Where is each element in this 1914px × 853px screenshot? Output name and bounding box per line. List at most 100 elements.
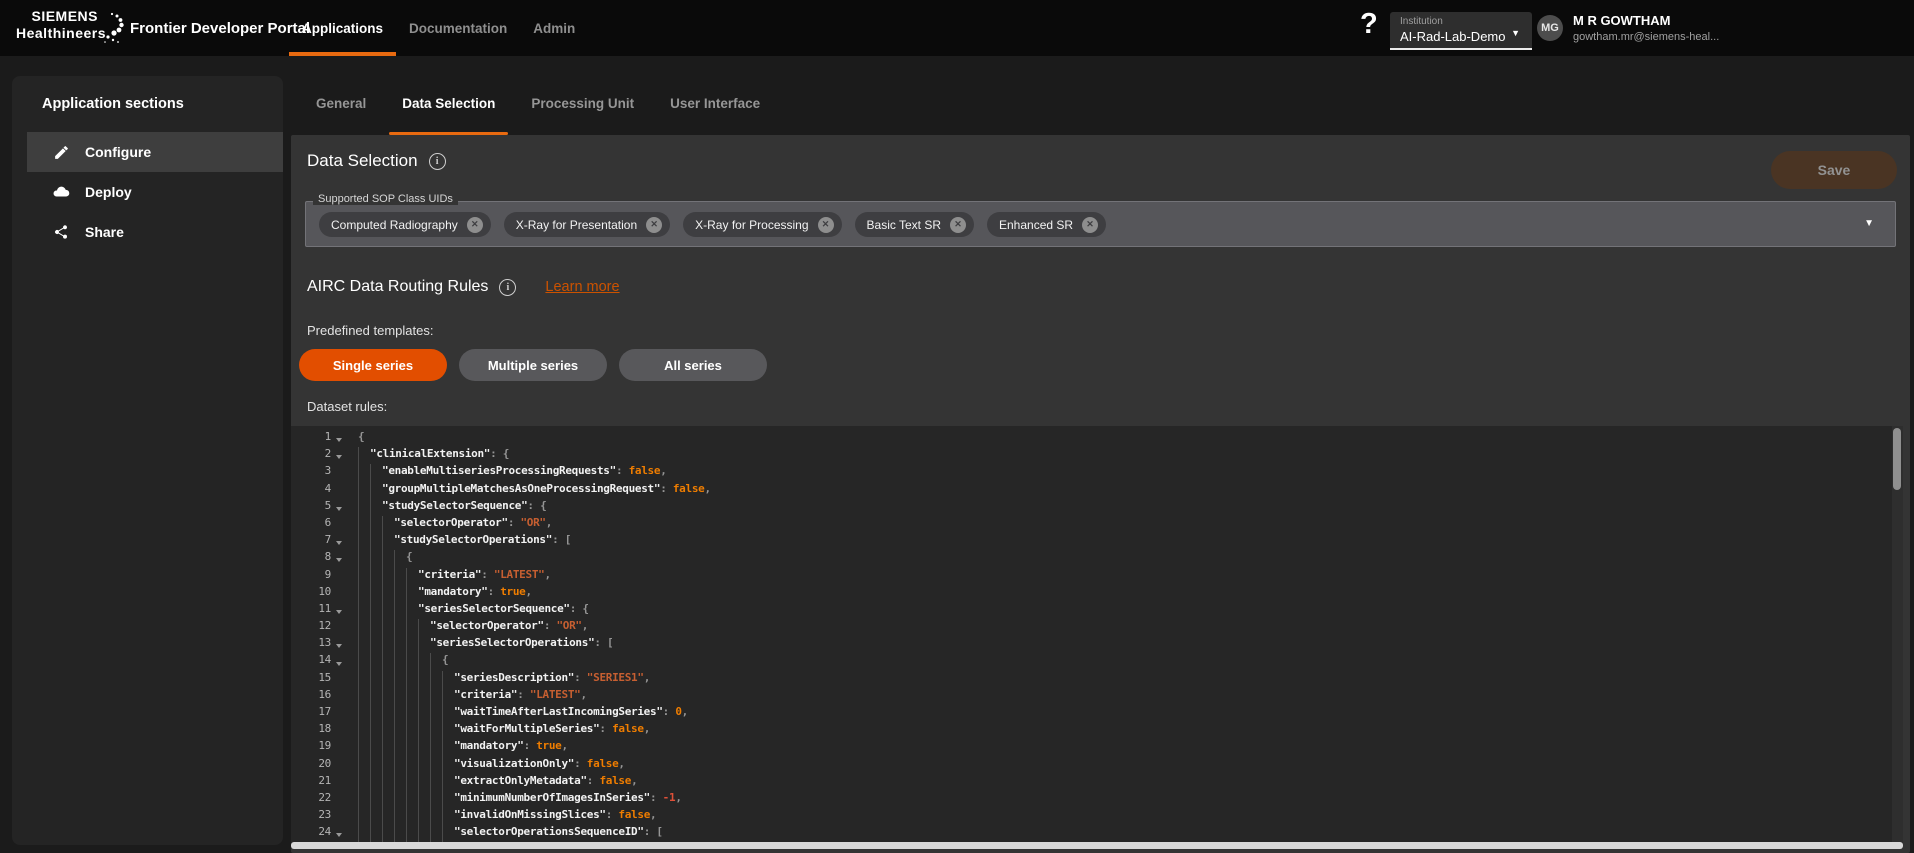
token-p: : (616, 464, 629, 481)
code-line: 8{ (291, 550, 1903, 567)
vertical-scrollbar[interactable] (1892, 426, 1903, 845)
tab-processing-unit[interactable]: Processing Unit (518, 88, 647, 135)
indent-guide (406, 791, 418, 808)
token-p: { (406, 550, 412, 567)
sop-select[interactable]: Computed Radiography✕ X-Ray for Presentat… (305, 201, 1896, 247)
token-p: : (650, 791, 663, 808)
info-icon[interactable]: i (499, 279, 516, 296)
token-m: -1 (663, 791, 676, 808)
fold-toggle-icon[interactable] (331, 653, 346, 670)
share-icon (52, 224, 70, 240)
token-b: false (587, 757, 619, 774)
token-p: : (660, 482, 673, 499)
fold-toggle-icon[interactable] (331, 602, 346, 619)
chevron-down-icon (336, 558, 342, 562)
nav-item-documentation[interactable]: Documentation (396, 0, 520, 56)
horizontal-scrollbar[interactable] (291, 842, 1903, 849)
scrollbar-thumb[interactable] (1893, 428, 1901, 490)
code-editor[interactable]: 1{2"clinicalExtension": {3"enableMultise… (291, 426, 1903, 845)
code-text: "criteria": "LATEST", (358, 688, 587, 705)
institution-select[interactable]: Institution AI-Rad-Lab-Demo ▼ (1390, 12, 1532, 50)
tab-general[interactable]: General (303, 88, 379, 135)
token-b: false (599, 774, 631, 791)
sop-chip[interactable]: Enhanced SR✕ (987, 212, 1106, 237)
nav-item-applications[interactable]: Applications (289, 0, 396, 56)
token-b: false (673, 482, 705, 499)
indent-guide (406, 636, 418, 653)
indent-guide (406, 585, 418, 602)
line-number: 22 (291, 791, 331, 808)
indent-guide (430, 774, 442, 791)
fold-slot (331, 705, 346, 722)
sop-chip[interactable]: Computed Radiography✕ (319, 212, 491, 237)
token-s: "SERIES1" (587, 671, 644, 688)
brand-healthineers: Healthineers (16, 25, 98, 41)
learn-more-link[interactable]: Learn more (545, 279, 619, 295)
code-line: 2"clinicalExtension": { (291, 447, 1903, 464)
brand-logo[interactable]: SIEMENS Healthineers (16, 8, 98, 41)
remove-icon[interactable]: ✕ (646, 217, 662, 233)
nav-item-label: Applications (302, 21, 383, 36)
indent-guide (370, 705, 382, 722)
sidebar-item-share[interactable]: Share (27, 212, 283, 252)
tab-user-interface[interactable]: User Interface (657, 88, 773, 135)
indent-guide (394, 585, 406, 602)
fold-toggle-icon[interactable] (331, 533, 346, 550)
template-button-multiple-series[interactable]: Multiple series (459, 349, 607, 381)
code-text: "seriesSelectorSequence": { (358, 602, 589, 619)
indent-guide (394, 757, 406, 774)
fold-toggle-icon[interactable] (331, 825, 346, 842)
tab-data-selection[interactable]: Data Selection (389, 88, 508, 135)
template-button-single-series[interactable]: Single series (299, 349, 447, 381)
info-icon[interactable]: i (429, 153, 446, 170)
remove-icon[interactable]: ✕ (950, 217, 966, 233)
indent-guide (442, 757, 454, 774)
fold-toggle-icon[interactable] (331, 550, 346, 567)
remove-icon[interactable]: ✕ (818, 217, 834, 233)
indent-guide (430, 653, 442, 670)
save-button[interactable]: Save (1771, 151, 1897, 189)
line-number: 12 (291, 619, 331, 636)
sidebar-item-deploy[interactable]: Deploy (27, 172, 283, 212)
line-number: 14 (291, 653, 331, 670)
token-p: , (526, 585, 532, 602)
fold-toggle-icon[interactable] (331, 430, 346, 447)
code-line: 16 "criteria": "LATEST", (291, 688, 1903, 705)
line-number: 23 (291, 808, 331, 825)
indent-guide (394, 774, 406, 791)
indent-guide (382, 705, 394, 722)
indent-guide (382, 774, 394, 791)
indent-guide (358, 464, 370, 481)
token-k: "studySelectorSequence" (382, 499, 527, 516)
indent-guide (430, 791, 442, 808)
indent-guide (370, 671, 382, 688)
token-p: : { (570, 602, 589, 619)
sidebar-item-configure[interactable]: Configure (27, 132, 283, 172)
token-k: "groupMultipleMatchesAsOneProcessingRequ… (382, 482, 660, 499)
sop-chip[interactable]: X-Ray for Processing ✕ (683, 212, 841, 237)
help-icon[interactable]: ? (1360, 8, 1378, 41)
fold-toggle-icon[interactable] (331, 636, 346, 653)
indent-guide (406, 568, 418, 585)
nav-item-admin[interactable]: Admin (520, 0, 588, 56)
line-number: 16 (291, 688, 331, 705)
indent-guide (370, 774, 382, 791)
sop-chip-label: X-Ray for Processing (695, 218, 808, 232)
chevron-down-icon[interactable]: ▼ (1864, 218, 1874, 229)
template-button-all-series[interactable]: All series (619, 349, 767, 381)
fold-toggle-icon[interactable] (331, 447, 346, 464)
institution-value: AI-Rad-Lab-Demo (1400, 29, 1522, 44)
sop-chip[interactable]: Basic Text SR✕ (855, 212, 974, 237)
avatar[interactable]: MG (1537, 15, 1563, 41)
token-b: false (618, 808, 650, 825)
remove-icon[interactable]: ✕ (1082, 217, 1098, 233)
indent-guide (418, 808, 430, 825)
fold-toggle-icon[interactable] (331, 499, 346, 516)
remove-icon[interactable]: ✕ (467, 217, 483, 233)
indent-guide (406, 619, 418, 636)
sidebar-item-label: Configure (85, 144, 151, 160)
user-menu[interactable]: M R GOWTHAM gowtham.mr@siemens-heal... (1573, 13, 1719, 43)
sop-chip[interactable]: X-Ray for Presentation✕ (504, 212, 670, 237)
token-p: : (587, 774, 600, 791)
code-line: 7"studySelectorOperations": [ (291, 533, 1903, 550)
